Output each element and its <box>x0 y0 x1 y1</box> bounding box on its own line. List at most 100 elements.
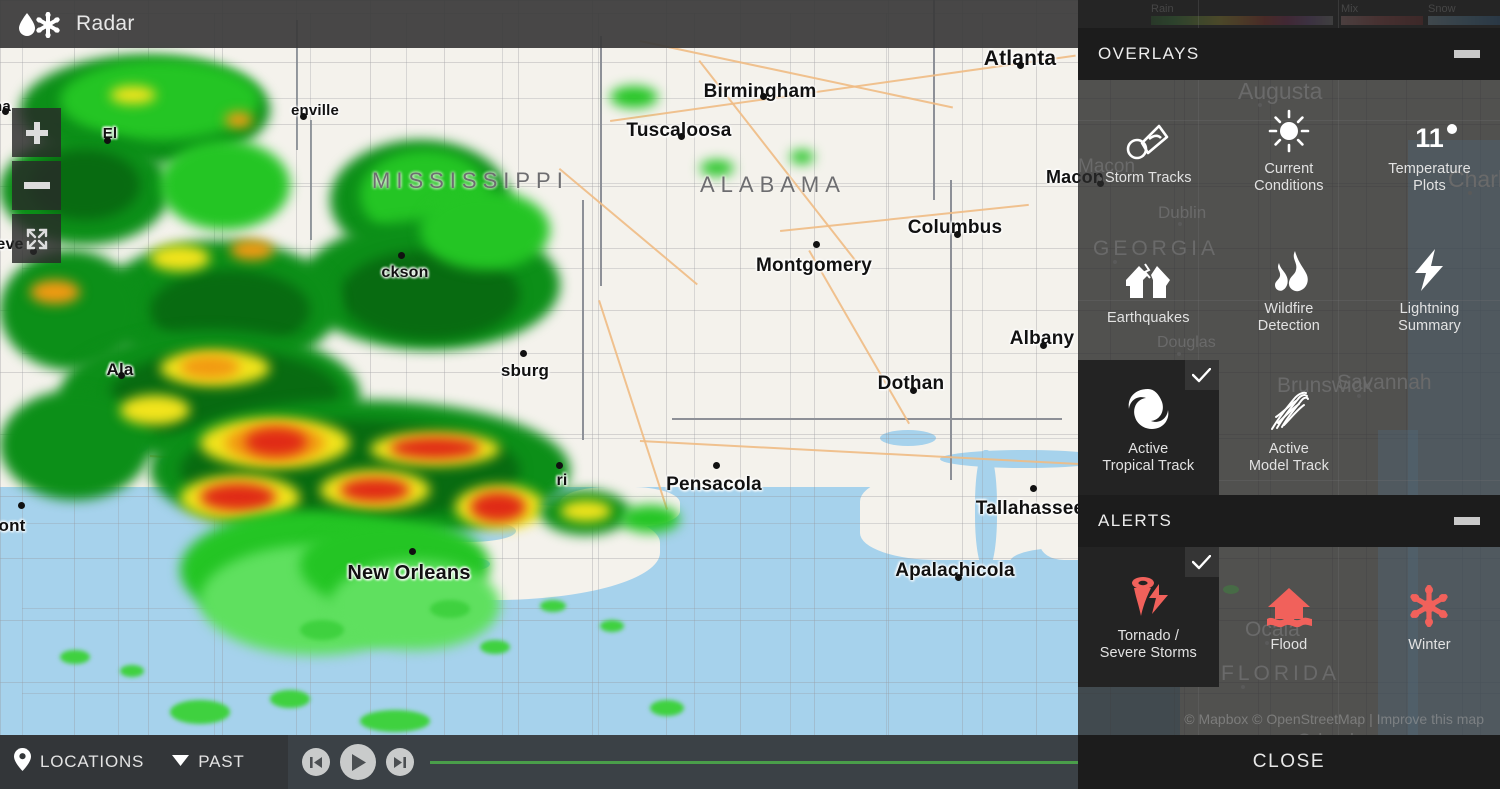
check-icon <box>1184 360 1219 390</box>
city-label: Tallahassee <box>975 498 1085 519</box>
overlays-minimize-button[interactable] <box>1454 50 1480 58</box>
river <box>310 120 312 240</box>
overlay-tile-label: Earthquakes <box>1107 309 1190 326</box>
city-dot <box>678 133 685 140</box>
overlay-tile-tornado-severe-storms[interactable]: Tornado / Severe Storms <box>1078 547 1219 687</box>
city-label: New Orleans <box>347 562 471 584</box>
overlay-tile-label: Active Tropical Track <box>1102 441 1195 474</box>
state-label: ALABAMA <box>700 172 846 197</box>
city-dot <box>955 574 962 581</box>
check-icon <box>1184 547 1219 577</box>
city-dot <box>104 137 111 144</box>
overlay-tile-label: Flood <box>1270 636 1308 653</box>
overlay-tile-winter[interactable]: Winter <box>1359 547 1500 687</box>
city-dot <box>118 372 125 379</box>
overlay-tile-label: Active Model Track <box>1248 441 1329 474</box>
overlay-tile-wildfire-detection[interactable]: Wildfire Detection <box>1219 220 1360 360</box>
city-dot <box>954 231 961 238</box>
overlay-tile-earthquakes[interactable]: Earthquakes <box>1078 220 1219 360</box>
overlay-tile-lightning-summary[interactable]: Lightning Summary <box>1359 220 1500 360</box>
storm-track-cone-icon <box>1125 114 1171 162</box>
city-dot <box>409 548 416 555</box>
zoom-in-button[interactable] <box>12 108 61 157</box>
city-label: ckson <box>381 264 429 281</box>
time-mode-label: PAST <box>198 752 245 771</box>
city-label: Pensacola <box>666 474 762 495</box>
tornado-icon <box>1124 572 1172 620</box>
zoom-out-button[interactable] <box>12 161 61 210</box>
rain-snow-icon <box>14 9 66 39</box>
spaghetti-model-icon <box>1266 385 1312 433</box>
alerts-minimize-button[interactable] <box>1454 517 1480 525</box>
city-dot <box>1040 342 1047 349</box>
page-title: Radar <box>76 12 135 35</box>
hurricane-icon <box>1125 385 1171 433</box>
locations-button[interactable]: LOCATIONS <box>0 735 160 789</box>
sun-icon <box>1266 105 1312 153</box>
city-label: Montgomery <box>756 255 872 276</box>
state-boundary <box>582 200 584 440</box>
overlay-tile-flood[interactable]: Flood <box>1219 547 1360 687</box>
bottom-left-controls: LOCATIONS PAST <box>0 735 288 789</box>
playback-controls <box>288 735 1078 789</box>
alerts-section-header: ALERTS <box>1078 495 1500 547</box>
overlay-tile-label: Lightning Summary <box>1398 301 1461 334</box>
overlay-tile-label: Tornado / Severe Storms <box>1099 628 1197 661</box>
overlays-panel: Augusta Macon Charl Dublin GEORGIA Douglas Sav… <box>1078 0 1500 789</box>
overlay-tile-storm-tracks[interactable]: Storm Tracks <box>1078 80 1219 220</box>
alerts-section-title: ALERTS <box>1098 511 1173 530</box>
overlays-tile-grid: Storm Tracks Current Conditions 11 Temperat… <box>1078 80 1500 500</box>
earthquake-house-icon <box>1124 254 1172 302</box>
timeline-scrubber[interactable] <box>430 760 1078 764</box>
skip-back-button[interactable] <box>302 748 330 776</box>
close-button[interactable]: CLOSE <box>1078 735 1500 789</box>
city-label: enville <box>290 102 340 119</box>
map-attribution[interactable]: © Mapbox © OpenStreetMap | Improve this … <box>1184 711 1484 727</box>
snowflake-icon <box>1406 581 1452 629</box>
fullscreen-button[interactable] <box>12 214 61 263</box>
city-dot <box>2 108 9 115</box>
overlay-tile-current-conditions[interactable]: Current Conditions <box>1219 80 1360 220</box>
overlay-tile-temperature-plots[interactable]: 11 Temperature Plots <box>1359 80 1500 220</box>
city-dot <box>760 93 767 100</box>
play-button[interactable] <box>340 744 376 780</box>
time-mode-button[interactable]: PAST <box>160 735 256 789</box>
overlays-section-header: OVERLAYS <box>1078 28 1500 80</box>
city-dot <box>1030 485 1037 492</box>
lightning-bolt-icon <box>1409 245 1449 293</box>
city-dot <box>398 252 405 259</box>
state-boundary <box>672 418 1062 420</box>
flood-house-icon <box>1265 581 1313 629</box>
city-dot <box>18 502 25 509</box>
city-label: ri <box>556 472 568 489</box>
city-dot <box>300 113 307 120</box>
overlay-tile-label: Current Conditions <box>1254 161 1324 194</box>
overlay-tile-label: Storm Tracks <box>1104 169 1192 186</box>
city-dot <box>813 241 820 248</box>
city-label: Birmingham <box>703 81 817 102</box>
alerts-tile-grid: Tornado / Severe Storms Flood Winter <box>1078 547 1500 687</box>
state-label: MISSISSIPPI <box>372 168 569 193</box>
overlay-tile-label: Temperature Plots <box>1388 161 1471 194</box>
close-label: CLOSE <box>1252 751 1326 772</box>
city-dot <box>713 462 720 469</box>
city-label: ont <box>0 516 26 535</box>
skip-forward-button[interactable] <box>386 748 414 776</box>
city-label: sburg <box>500 361 550 380</box>
map-pin-icon <box>14 748 31 776</box>
state-boundary <box>600 36 602 286</box>
overlays-section-title: OVERLAYS <box>1098 44 1200 63</box>
city-dot <box>556 462 563 469</box>
locations-label: LOCATIONS <box>40 752 145 771</box>
overlay-tile-active-model-track[interactable]: Active Model Track <box>1219 360 1360 500</box>
bottom-toolbar: LOCATIONS PAST <box>0 735 1078 789</box>
chevron-down-icon <box>172 753 190 771</box>
fire-icon <box>1265 245 1313 293</box>
temperature-11-icon: 11 <box>1415 105 1457 153</box>
overlay-tile-active-tropical-track[interactable]: Active Tropical Track <box>1078 360 1219 500</box>
city-dot <box>910 387 917 394</box>
city-dot <box>520 350 527 357</box>
map-zoom-controls <box>12 108 61 263</box>
app-header: Radar <box>0 0 1078 48</box>
city-dot <box>1017 62 1024 69</box>
